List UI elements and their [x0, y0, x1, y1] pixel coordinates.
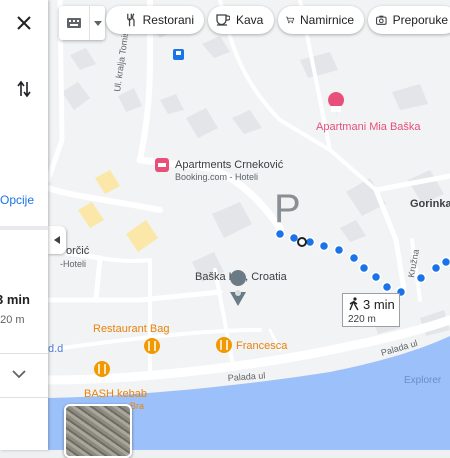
- route-duration: 3 min: [0, 292, 30, 307]
- svg-text:BASH kebab: BASH kebab: [84, 388, 147, 400]
- directions-panel: Opcije 3 min 220 m: [0, 0, 48, 450]
- expand-details-button[interactable]: [12, 365, 26, 383]
- svg-text:Francesca: Francesca: [236, 340, 288, 352]
- divider: [0, 353, 48, 354]
- route-time-text: 3 min: [363, 297, 395, 312]
- input-tools-button[interactable]: [59, 6, 105, 40]
- place-explorer[interactable]: Explorer: [404, 375, 442, 386]
- place-gorinka[interactable]: Gorinka: [410, 198, 450, 210]
- close-button[interactable]: [0, 8, 48, 38]
- parking-label: P: [274, 187, 301, 231]
- camera-icon: [376, 14, 387, 26]
- chip-coffee[interactable]: Kava: [208, 6, 274, 34]
- route-time-label[interactable]: 3 min 220 m: [342, 293, 400, 327]
- keyboard-icon: [59, 18, 89, 28]
- svg-text:Restaurant Bag: Restaurant Bag: [93, 323, 169, 335]
- restaurant-pin-icon: [216, 337, 232, 353]
- origin-marker[interactable]: [298, 238, 306, 246]
- swap-vertical-icon: [17, 80, 31, 98]
- coffee-cup-icon: [216, 14, 230, 26]
- svg-text:Bra: Bra: [130, 401, 144, 411]
- chip-recommendations-label: Preporuke: [393, 13, 448, 27]
- collapse-panel-button[interactable]: [48, 226, 66, 254]
- divider: [0, 226, 48, 230]
- place-francesca[interactable]: Francesca: [216, 337, 288, 353]
- svg-text:Apartments Crneković: Apartments Crneković: [175, 159, 284, 171]
- place-forcic-sub: -Hoteli: [60, 259, 86, 269]
- close-icon: [17, 16, 31, 30]
- place-forcic[interactable]: orčić: [66, 245, 90, 257]
- map-svg: P Ul. kralja Tomislava Kružna Palada ul …: [48, 0, 450, 450]
- chip-restaurants-label: Restorani: [143, 13, 194, 27]
- walking-icon: [348, 297, 360, 311]
- caret-down-icon: [90, 21, 105, 26]
- svg-text:Booking.com - Hoteli: Booking.com - Hoteli: [175, 172, 258, 182]
- chip-groceries-label: Namirnice: [300, 13, 354, 27]
- chip-recommendations[interactable]: Preporuke: [368, 6, 450, 34]
- caret-left-icon: [54, 236, 60, 244]
- chevron-down-icon: [12, 370, 26, 378]
- chip-groceries[interactable]: Namirnice: [278, 6, 364, 34]
- divider: [0, 397, 48, 398]
- route-distance-text: 220 m: [348, 314, 376, 325]
- route-distance: 220 m: [0, 314, 25, 326]
- options-link[interactable]: Opcije: [0, 193, 34, 207]
- restaurant-pin-icon: [94, 361, 110, 377]
- fork-knife-icon: [126, 13, 137, 27]
- chip-coffee-label: Kava: [236, 13, 263, 27]
- shopping-cart-icon: [286, 14, 294, 26]
- place-dd[interactable]: d.d: [48, 343, 63, 355]
- chip-restaurants[interactable]: Restorani: [106, 6, 204, 34]
- swap-directions-button[interactable]: [0, 74, 48, 104]
- svg-text:Apartmani Mia Baška: Apartmani Mia Baška: [316, 121, 421, 133]
- map-canvas[interactable]: P Ul. kralja Tomislava Kružna Palada ul …: [48, 0, 450, 450]
- restaurant-pin-icon: [144, 338, 160, 354]
